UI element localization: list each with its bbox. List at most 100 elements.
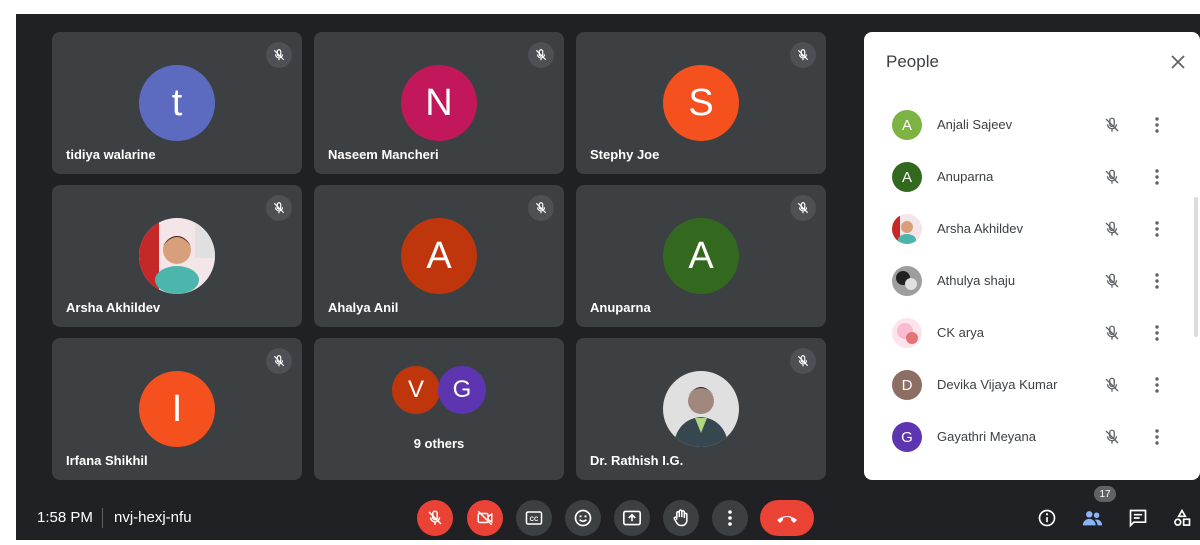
muted-mic-icon bbox=[528, 195, 554, 221]
camera-off-icon bbox=[477, 510, 493, 526]
captions-button[interactable]: CC bbox=[516, 500, 552, 536]
participant-name: Arsha Akhildev bbox=[66, 300, 161, 315]
profile-photo bbox=[892, 266, 922, 296]
participant-name: Gayathri Meyana bbox=[937, 429, 1036, 444]
participant-tile[interactable]: A Anuparna bbox=[576, 185, 826, 327]
participant-list-item[interactable]: CK arya bbox=[864, 308, 1184, 360]
participant-list-item[interactable]: D Devika Vijaya Kumar bbox=[864, 360, 1184, 412]
others-count-label: 9 others bbox=[413, 436, 465, 451]
participant-name: Devika Vijaya Kumar bbox=[937, 377, 1058, 392]
participant-tile[interactable]: N Naseem Mancheri bbox=[314, 32, 564, 174]
more-options-icon[interactable] bbox=[1150, 426, 1164, 448]
muted-mic-icon[interactable] bbox=[1101, 114, 1123, 136]
profile-photo bbox=[139, 218, 215, 294]
more-options-icon[interactable] bbox=[1150, 218, 1164, 240]
participant-tile[interactable]: I Irfana Shikhil bbox=[52, 338, 302, 480]
participant-list-item[interactable]: Arsha Akhildev bbox=[864, 204, 1184, 256]
participant-list-item[interactable]: Athulya shaju bbox=[864, 256, 1184, 308]
avatar: A bbox=[401, 218, 477, 294]
muted-mic-icon[interactable] bbox=[1101, 426, 1123, 448]
muted-mic-icon[interactable] bbox=[1101, 166, 1123, 188]
captions-icon: CC bbox=[525, 511, 543, 525]
participant-name: Anuparna bbox=[937, 169, 994, 184]
activities-button[interactable] bbox=[1168, 504, 1196, 532]
meeting-code: nvj-hexj-nfu bbox=[114, 509, 192, 526]
participant-tile[interactable]: A Ahalya Anil bbox=[314, 185, 564, 327]
emoji-icon bbox=[574, 509, 592, 527]
divider bbox=[102, 508, 103, 528]
chat-icon bbox=[1129, 509, 1147, 528]
muted-mic-icon bbox=[266, 195, 292, 221]
avatar: V bbox=[392, 366, 440, 414]
muted-mic-icon bbox=[528, 42, 554, 68]
scrollbar[interactable] bbox=[1194, 197, 1198, 337]
more-options-icon[interactable] bbox=[1150, 374, 1164, 396]
chat-button[interactable] bbox=[1124, 504, 1152, 532]
others-tile[interactable]: V G 9 others bbox=[314, 338, 564, 480]
avatar: G bbox=[892, 422, 922, 452]
participant-name: Athulya shaju bbox=[937, 273, 1016, 288]
camera-toggle-button[interactable] bbox=[467, 500, 503, 536]
participant-name: Ahalya Anil bbox=[328, 300, 399, 315]
participant-name: CK arya bbox=[937, 325, 984, 340]
profile-photo bbox=[892, 214, 922, 244]
participant-list-item[interactable]: A Anuparna bbox=[864, 152, 1184, 204]
more-options-icon[interactable] bbox=[1150, 166, 1164, 188]
people-panel: People A Anjali Sajeev A Anuparna Arsha … bbox=[864, 32, 1200, 480]
hand-icon bbox=[673, 509, 688, 527]
participant-tile[interactable]: Dr. Rathish I.G. bbox=[576, 338, 826, 480]
reactions-button[interactable] bbox=[565, 500, 601, 536]
muted-mic-icon bbox=[266, 348, 292, 374]
participant-name: tidiya walarine bbox=[66, 147, 156, 162]
more-options-icon[interactable] bbox=[1150, 114, 1164, 136]
muted-mic-icon[interactable] bbox=[1101, 218, 1123, 240]
avatar: t bbox=[139, 65, 215, 141]
avatar: G bbox=[438, 366, 486, 414]
muted-mic-icon[interactable] bbox=[1101, 374, 1123, 396]
muted-mic-icon[interactable] bbox=[1101, 322, 1123, 344]
more-options-button[interactable] bbox=[712, 500, 748, 536]
avatar: A bbox=[663, 218, 739, 294]
participant-name: Naseem Mancheri bbox=[328, 147, 439, 162]
participant-tile[interactable]: Arsha Akhildev bbox=[52, 185, 302, 327]
people-panel-title: People bbox=[886, 52, 939, 71]
avatar: A bbox=[892, 110, 922, 140]
participant-tile[interactable]: S Stephy Joe bbox=[576, 32, 826, 174]
profile-photo bbox=[663, 371, 739, 447]
muted-mic-icon bbox=[790, 42, 816, 68]
meeting-details-button[interactable] bbox=[1033, 504, 1061, 532]
profile-photo bbox=[892, 318, 922, 348]
hang-up-icon bbox=[777, 516, 797, 523]
avatar: N bbox=[401, 65, 477, 141]
participant-name: Arsha Akhildev bbox=[937, 221, 1023, 236]
muted-mic-icon[interactable] bbox=[1101, 270, 1123, 292]
participant-name: Dr. Rathish I.G. bbox=[590, 453, 684, 468]
muted-mic-icon bbox=[790, 348, 816, 374]
muted-mic-icon bbox=[790, 195, 816, 221]
leave-call-button[interactable] bbox=[760, 500, 814, 536]
avatar: D bbox=[892, 370, 922, 400]
microphone-toggle-button[interactable] bbox=[417, 500, 453, 536]
present-screen-button[interactable] bbox=[614, 500, 650, 536]
others-avatars: V G bbox=[314, 366, 564, 418]
more-options-icon[interactable] bbox=[1150, 270, 1164, 292]
svg-text:CC: CC bbox=[530, 517, 539, 523]
muted-mic-icon bbox=[266, 42, 292, 68]
activities-icon bbox=[1174, 508, 1191, 526]
info-icon bbox=[1038, 509, 1056, 527]
raise-hand-button[interactable] bbox=[663, 500, 699, 536]
more-options-icon[interactable] bbox=[1150, 322, 1164, 344]
participant-name: Stephy Joe bbox=[590, 147, 660, 162]
participant-list-item[interactable]: G Gayathri Meyana bbox=[864, 412, 1184, 464]
people-icon bbox=[1082, 511, 1103, 526]
people-button[interactable] bbox=[1078, 504, 1106, 532]
bottom-bar: 1:58 PM nvj-hexj-nfu CC 17 bbox=[16, 486, 1200, 540]
participant-tile[interactable]: t tidiya walarine bbox=[52, 32, 302, 174]
avatar: A bbox=[892, 162, 922, 192]
participant-list-item[interactable]: A Anjali Sajeev bbox=[864, 100, 1184, 152]
close-icon[interactable] bbox=[1166, 50, 1190, 74]
avatar: I bbox=[139, 371, 215, 447]
meeting-time: 1:58 PM bbox=[37, 509, 93, 526]
more-vert-icon bbox=[728, 510, 732, 526]
people-count-badge: 17 bbox=[1094, 486, 1116, 502]
